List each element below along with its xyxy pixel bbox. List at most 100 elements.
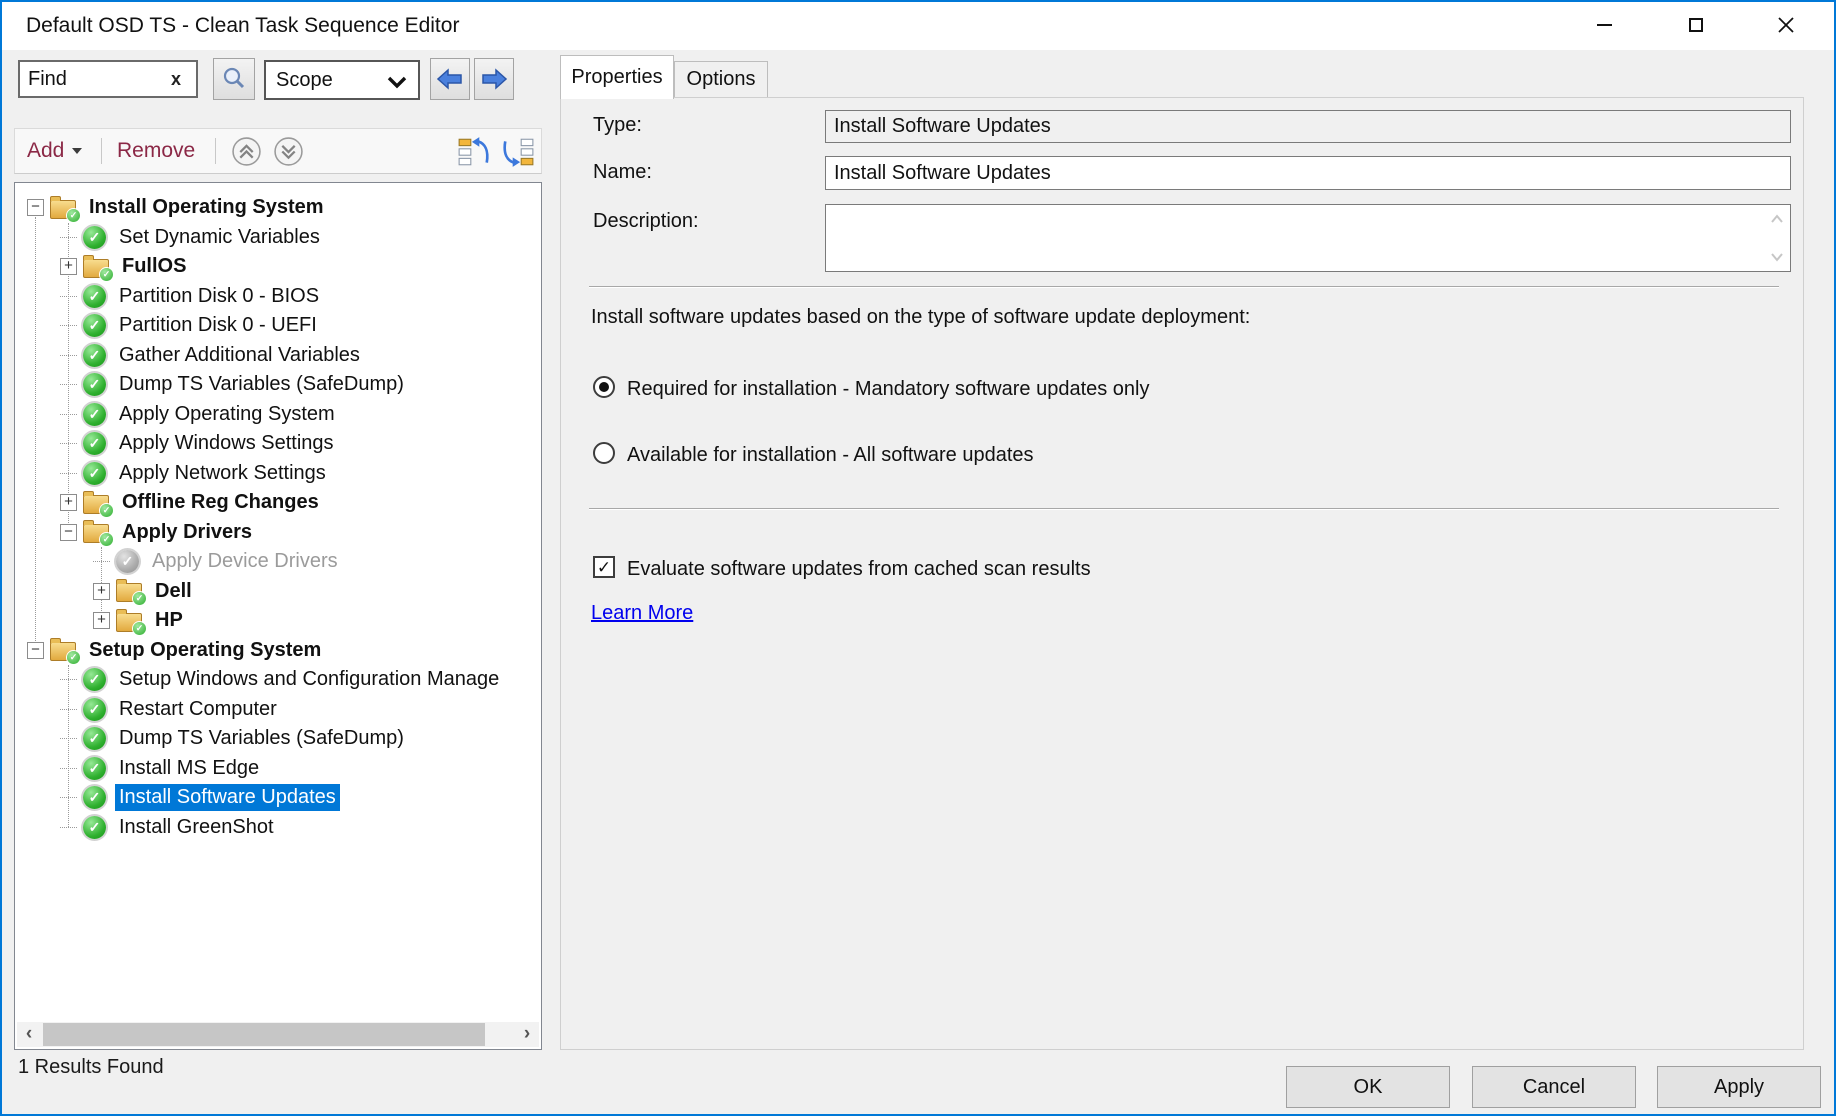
properties-panel: Type: Name: Description: Install softwar… xyxy=(560,97,1804,1050)
collapse-all-button[interactable] xyxy=(231,136,262,167)
tree-item[interactable]: ✓Partition Disk 0 - UEFI xyxy=(15,311,541,341)
collapse-toggle-icon[interactable]: − xyxy=(60,524,77,541)
folder-check-badge-icon: ✓ xyxy=(100,504,113,517)
expand-toggle-icon[interactable]: + xyxy=(60,258,77,275)
scope-select[interactable]: Scope xyxy=(264,60,420,100)
toolbar-separator xyxy=(215,138,216,164)
folder-tab xyxy=(83,520,94,525)
group-folder-icon: ✓ xyxy=(116,613,142,632)
cancel-button[interactable]: Cancel xyxy=(1472,1066,1636,1108)
tree-connector xyxy=(60,325,77,326)
move-up-arrow-icon xyxy=(478,141,487,162)
step-check-icon: ✓ xyxy=(83,373,106,396)
search-button[interactable] xyxy=(213,58,255,100)
tree-item[interactable]: ✓Install Software Updates xyxy=(15,783,541,813)
step-check-icon: ✓ xyxy=(83,727,106,750)
group-folder-icon: ✓ xyxy=(116,583,142,602)
tab-properties[interactable]: Properties xyxy=(560,55,674,99)
tree-item[interactable]: ✓Setup Windows and Configuration Manage xyxy=(15,665,541,695)
description-field[interactable] xyxy=(825,204,1791,272)
tree-item-label: Dump TS Variables (SafeDump) xyxy=(115,371,408,398)
tree-item[interactable]: ✓Install GreenShot xyxy=(15,813,541,843)
tree-item[interactable]: ✓ Apply Network Settings xyxy=(15,459,541,489)
expand-toggle-icon[interactable]: + xyxy=(93,583,110,600)
tree-item[interactable]: ✓Restart Computer xyxy=(15,695,541,725)
minimize-button[interactable] xyxy=(1573,2,1635,48)
tree-item[interactable]: −✓Apply Drivers xyxy=(15,518,541,548)
tree-connector xyxy=(60,709,77,710)
tree-connector xyxy=(93,561,110,562)
tree-item[interactable]: +✓Dell xyxy=(15,577,541,607)
toolbar-separator xyxy=(101,138,102,164)
expand-all-button[interactable] xyxy=(273,136,304,167)
tree-item-label: Apply Network Settings xyxy=(115,460,330,487)
tree-item[interactable]: +✓Offline Reg Changes xyxy=(15,488,541,518)
tree-item-label: Apply Device Drivers xyxy=(148,548,342,575)
tree-item[interactable]: ✓Apply Operating System xyxy=(15,400,541,430)
tree-item-label: Partition Disk 0 - BIOS xyxy=(115,283,323,310)
group-folder-icon: ✓ xyxy=(83,524,109,543)
apply-button[interactable]: Apply xyxy=(1657,1066,1821,1108)
step-check-icon: ✓ xyxy=(83,285,106,308)
step-check-icon: ✓ xyxy=(83,432,106,455)
evaluate-cached-checkbox[interactable]: ✓ xyxy=(593,556,615,578)
tree-connector xyxy=(60,827,77,828)
expand-toggle-icon[interactable]: + xyxy=(93,612,110,629)
learn-more-link[interactable]: Learn More xyxy=(591,602,693,625)
tree-horizontal-scrollbar[interactable]: ‹ › xyxy=(17,1022,539,1047)
move-down-arrow-icon xyxy=(505,141,514,162)
folder-check-badge-icon: ✓ xyxy=(133,592,146,605)
ok-button[interactable]: OK xyxy=(1286,1066,1450,1108)
tree-item[interactable]: ✓ Partition Disk 0 - BIOS xyxy=(15,282,541,312)
tree-item[interactable]: ✓Dump TS Variables (SafeDump) xyxy=(15,724,541,754)
tree-item[interactable]: ✓Gather Additional Variables xyxy=(15,341,541,371)
tab-options[interactable]: Options xyxy=(674,61,768,98)
tree-item[interactable]: ✓Apply Windows Settings xyxy=(15,429,541,459)
evaluate-cached-label: Evaluate software updates from cached sc… xyxy=(627,558,1091,581)
clear-find-button[interactable]: x xyxy=(162,65,190,93)
radio-available[interactable] xyxy=(593,442,615,464)
tree-item[interactable]: ✓ Dump TS Variables (SafeDump) xyxy=(15,370,541,400)
name-label: Name: xyxy=(593,161,652,184)
collapse-toggle-icon[interactable]: − xyxy=(27,642,44,659)
task-sequence-tree: −✓Install Operating System✓Set Dynamic V… xyxy=(14,182,542,1050)
collapse-toggle-icon[interactable]: − xyxy=(27,199,44,216)
folder-tab xyxy=(83,491,94,496)
group-folder-icon: ✓ xyxy=(83,259,109,278)
folder-tab xyxy=(116,609,127,614)
expand-toggle-icon[interactable]: + xyxy=(60,494,77,511)
tree-connector xyxy=(60,296,77,297)
tree-item[interactable]: −✓Setup Operating System xyxy=(15,636,541,666)
scroll-left-icon[interactable]: ‹ xyxy=(17,1022,41,1047)
tree-item[interactable]: ✓Install MS Edge xyxy=(15,754,541,784)
radio-required[interactable] xyxy=(593,376,615,398)
tree-item-label: Restart Computer xyxy=(115,696,281,723)
scroll-right-icon[interactable]: › xyxy=(515,1022,539,1047)
group-folder-icon: ✓ xyxy=(50,200,76,219)
scrollbar-thumb[interactable] xyxy=(43,1023,485,1046)
folder-check-badge-icon: ✓ xyxy=(67,651,80,664)
tree-item-label: Install GreenShot xyxy=(115,814,278,841)
add-button[interactable]: Add xyxy=(27,129,82,173)
name-field[interactable] xyxy=(825,156,1791,190)
radio-required-label: Required for installation - Mandatory so… xyxy=(627,378,1150,401)
close-button[interactable] xyxy=(1755,2,1817,48)
tree-item[interactable]: ✓Apply Device Drivers xyxy=(15,547,541,577)
tree-item[interactable]: +✓HP xyxy=(15,606,541,636)
tree-item[interactable]: +✓FullOS xyxy=(15,252,541,282)
tree-connector xyxy=(60,679,77,680)
find-previous-button[interactable] xyxy=(430,58,470,100)
remove-button[interactable]: Remove xyxy=(117,129,195,173)
folder-tab xyxy=(50,196,61,201)
move-down-button[interactable] xyxy=(501,137,535,167)
tree-item[interactable]: −✓Install Operating System xyxy=(15,193,541,223)
scope-select-value: Scope xyxy=(276,69,333,92)
step-check-icon: ✓ xyxy=(83,462,106,485)
step-check-icon: ✓ xyxy=(83,757,106,780)
tree-connector xyxy=(60,414,77,415)
maximize-button[interactable] xyxy=(1665,2,1727,48)
titlebar: Default OSD TS - Clean Task Sequence Edi… xyxy=(2,2,1834,50)
find-next-button[interactable] xyxy=(474,58,514,100)
move-up-button[interactable] xyxy=(457,137,491,167)
tree-item[interactable]: ✓Set Dynamic Variables xyxy=(15,223,541,253)
